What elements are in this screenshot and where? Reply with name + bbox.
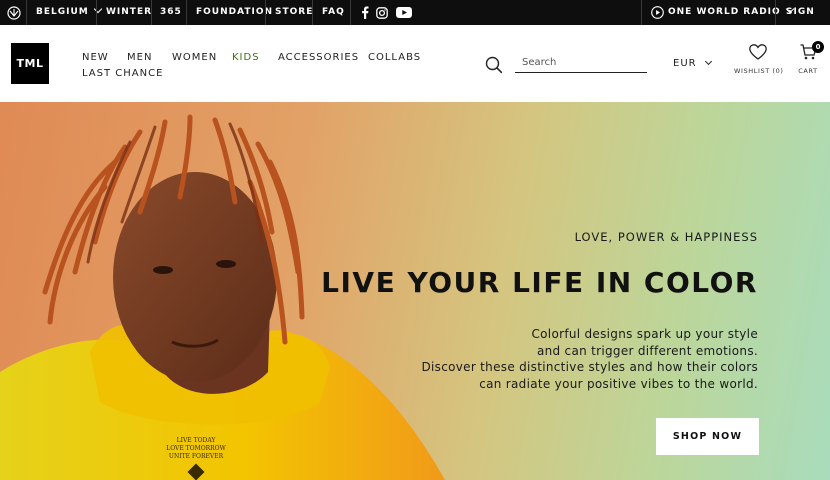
facebook-icon[interactable] xyxy=(359,0,371,25)
sign-in-link[interactable]: SIGN IN xyxy=(786,0,830,42)
nav-collabs[interactable]: COLLABS xyxy=(368,52,421,64)
play-circle-icon[interactable] xyxy=(650,0,665,25)
topbar-link-winter[interactable]: WINTER xyxy=(106,0,152,25)
divider xyxy=(26,0,27,25)
search-icon[interactable] xyxy=(485,56,503,74)
topbar-link-365[interactable]: 365 xyxy=(160,0,182,25)
hero-banner: LIVE TODAY LOVE TOMORROW UNITE FOREVER L… xyxy=(0,102,830,480)
instagram-icon[interactable] xyxy=(375,0,389,25)
wishlist-label: WISHLIST (0) xyxy=(734,67,784,75)
shop-now-button[interactable]: SHOP NOW xyxy=(656,418,759,455)
nav-kids[interactable]: KIDS xyxy=(232,52,260,64)
topbar-link-faq[interactable]: FAQ xyxy=(322,0,345,25)
wishlist-button[interactable]: WISHLIST (0) xyxy=(734,44,784,75)
topbar-link-store[interactable]: STORE xyxy=(275,0,313,25)
tomorrowland-logo-icon[interactable] xyxy=(6,0,22,25)
currency-label: EUR xyxy=(673,58,697,69)
tml-logo[interactable]: TML xyxy=(11,43,49,84)
divider xyxy=(265,0,266,25)
top-bar: BELGIUM WINTER 365 FOUNDATION STORE FAQ … xyxy=(0,0,830,42)
divider xyxy=(186,0,187,25)
hero-title: LIVE YOUR LIFE IN COLOR xyxy=(321,266,758,299)
divider xyxy=(312,0,313,25)
nav-men[interactable]: MEN xyxy=(127,52,152,64)
radio-label: ONE WORLD RADIO xyxy=(668,7,781,17)
country-label: BELGIUM xyxy=(36,7,89,17)
heart-icon xyxy=(749,44,767,60)
divider xyxy=(151,0,152,25)
nav-last-chance[interactable]: LAST CHANCE xyxy=(82,68,163,80)
nav-new[interactable]: NEW xyxy=(82,52,109,64)
divider xyxy=(775,0,776,25)
search-input[interactable] xyxy=(515,53,647,73)
chevron-down-icon xyxy=(93,4,102,14)
cart-button[interactable]: 0 CART xyxy=(795,41,824,75)
radio-selector[interactable]: ONE WORLD RADIO xyxy=(668,0,794,25)
chevron-down-icon xyxy=(704,57,712,66)
country-selector[interactable]: BELGIUM xyxy=(36,0,102,25)
hoodie-print-line: UNITE FOREVER xyxy=(169,453,224,460)
divider xyxy=(641,0,642,25)
hero-subtitle: LOVE, POWER & HAPPINESS xyxy=(574,230,758,244)
divider xyxy=(350,0,351,25)
nav-women[interactable]: WOMEN xyxy=(172,52,217,64)
hero-description-line: Colorful designs spark up your style xyxy=(531,327,758,341)
hero-description-line: Discover these distinctive styles and ho… xyxy=(421,360,758,374)
currency-selector[interactable]: EUR xyxy=(673,57,712,69)
youtube-icon[interactable] xyxy=(395,0,412,25)
hoodie-print-line: LIVE TODAY xyxy=(177,437,217,444)
hoodie-print-line: LOVE TOMORROW xyxy=(166,445,226,452)
site-header: TML NEW MEN WOMEN KIDS ACCESSORIES COLLA… xyxy=(0,25,830,102)
topbar-link-foundation[interactable]: FOUNDATION xyxy=(196,0,273,25)
hero-description-line: can radiate your positive vibes to the w… xyxy=(479,376,758,391)
hero-description: Colorful designs spark up your style and… xyxy=(398,326,758,392)
cart-label: CART xyxy=(798,67,818,75)
divider xyxy=(96,0,97,25)
nav-accessories[interactable]: ACCESSORIES xyxy=(278,52,359,64)
hero-description-line: and can trigger different emotions. xyxy=(536,343,758,358)
cart-count-badge: 0 xyxy=(812,41,824,53)
